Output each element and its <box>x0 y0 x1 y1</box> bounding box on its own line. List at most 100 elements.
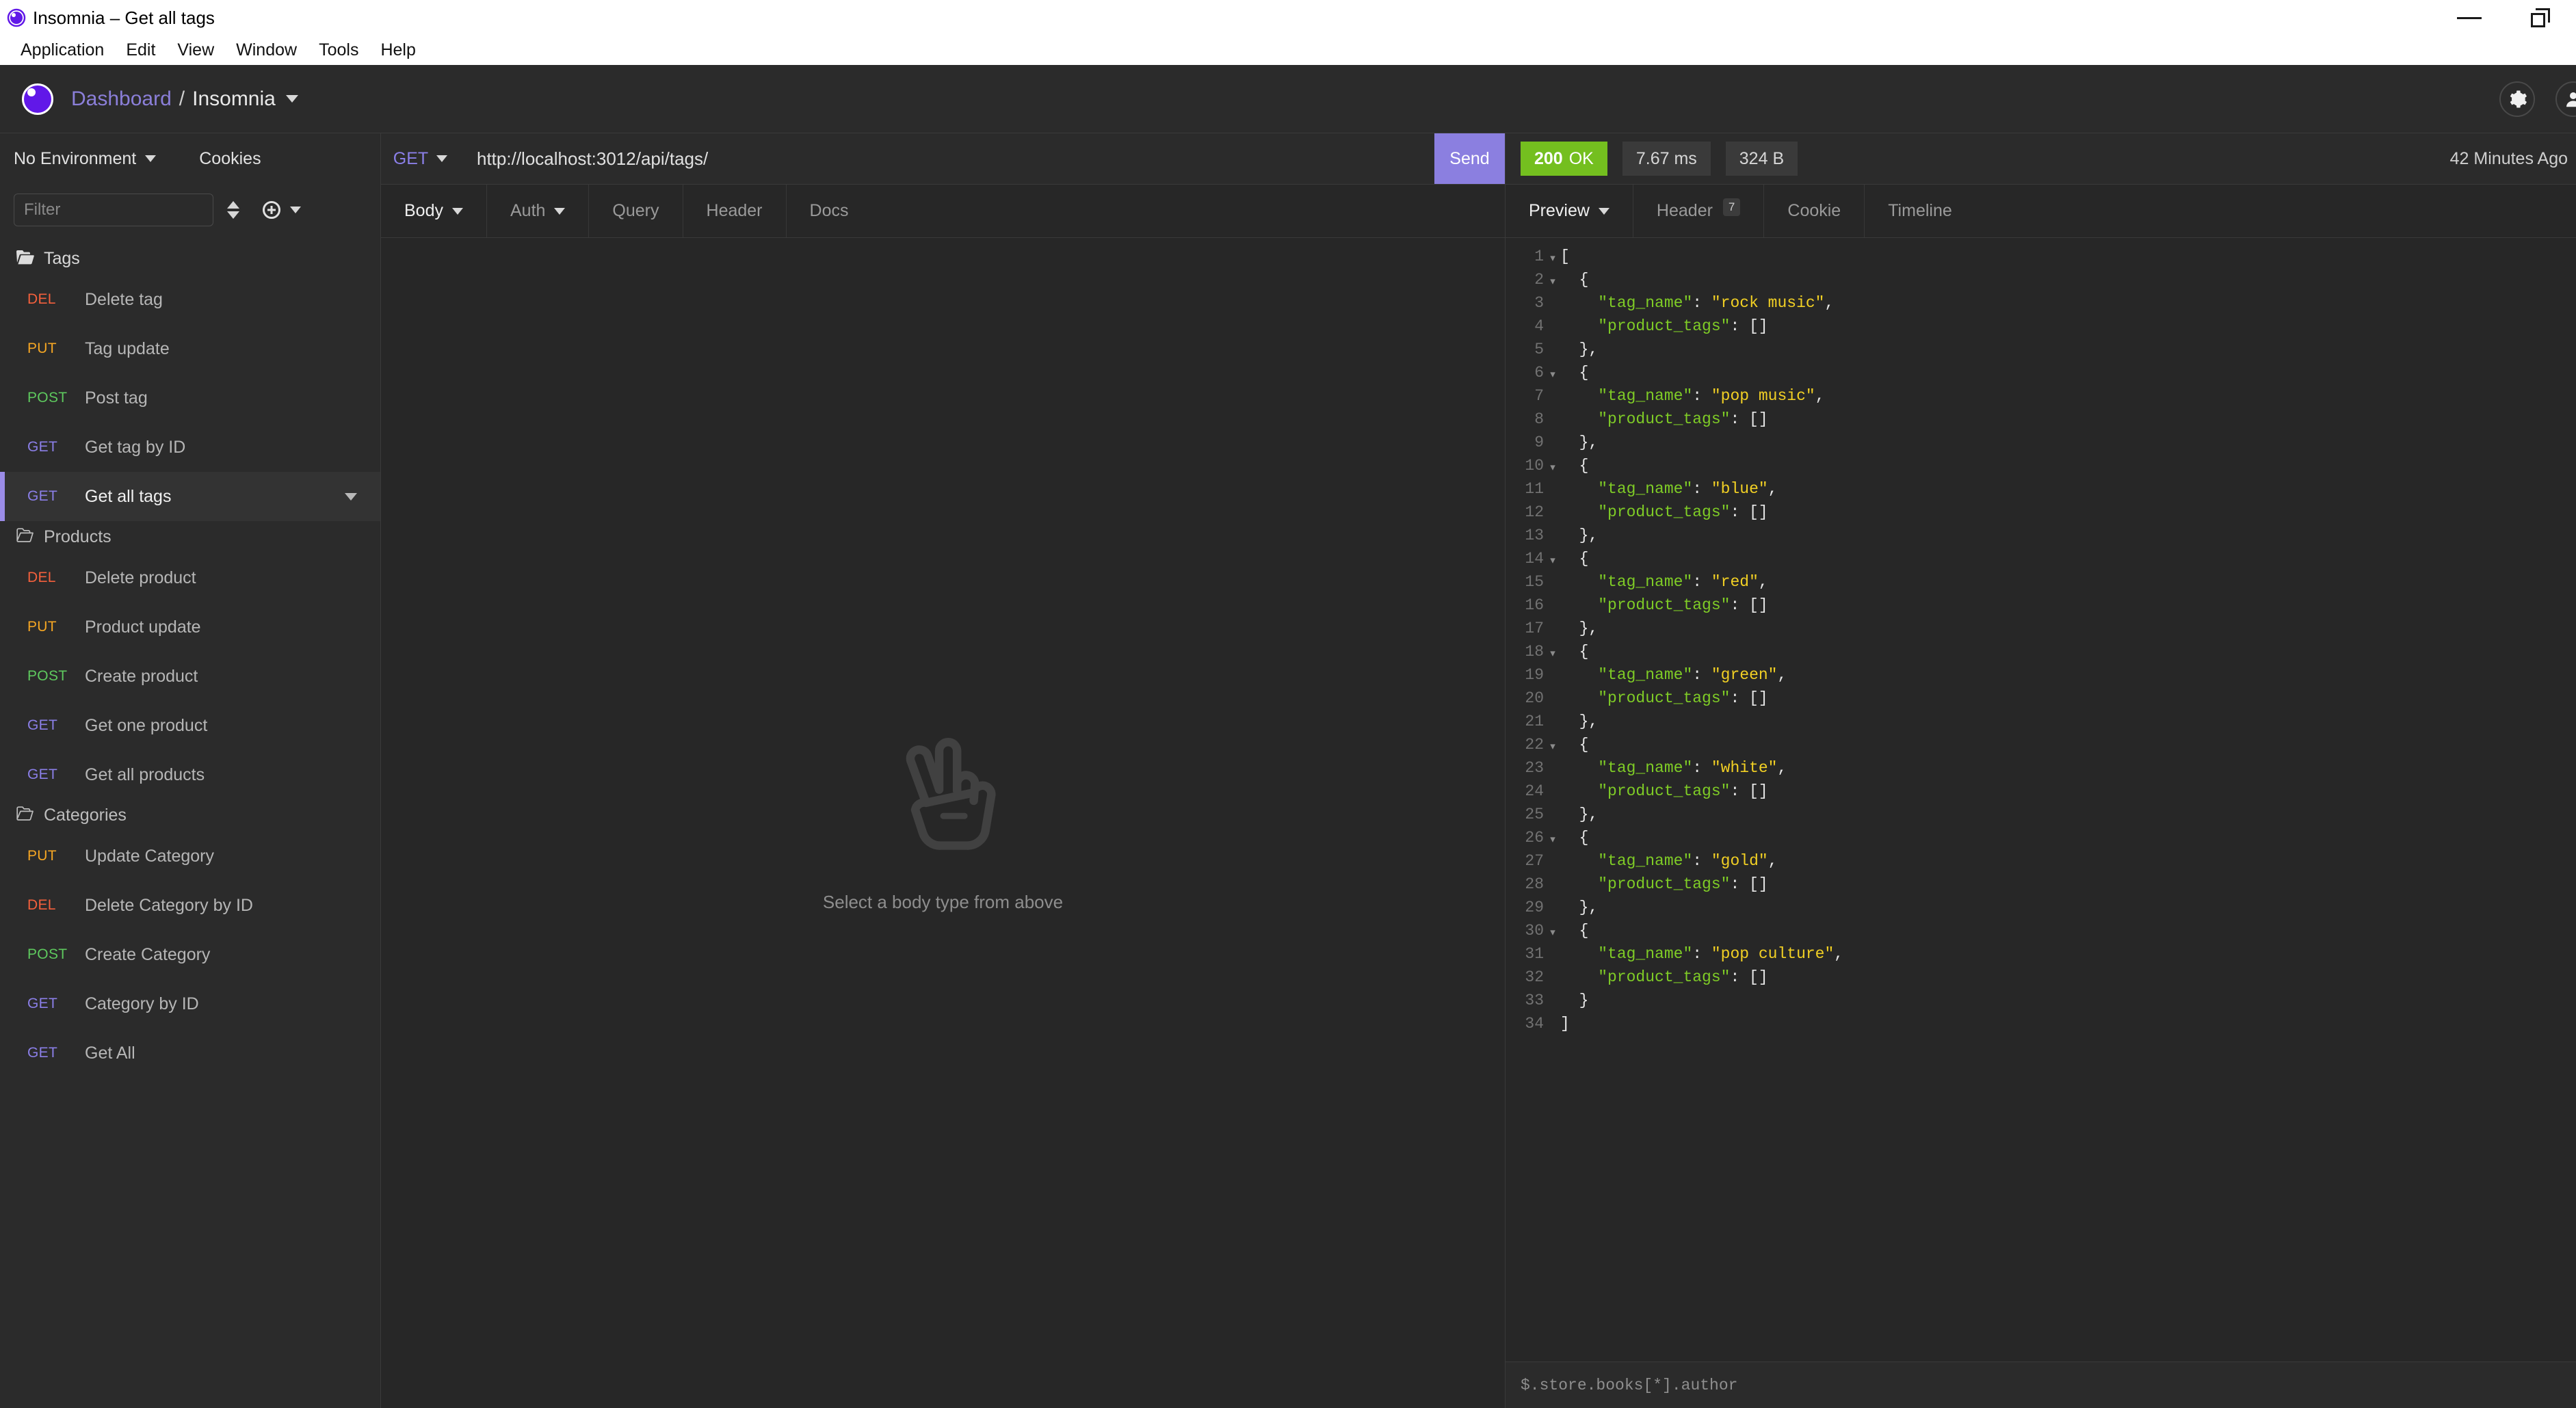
line-number: 13 <box>1525 527 1544 544</box>
tab-label: Docs <box>809 201 849 220</box>
line-number: 25 <box>1525 806 1544 823</box>
line-number: 21 <box>1525 713 1544 730</box>
chevron-down-icon <box>436 155 448 162</box>
sidebar-request-get-all[interactable]: GET Get All <box>0 1028 380 1078</box>
fold-caret-icon[interactable]: ▾ <box>1545 736 1560 759</box>
menu-item-window[interactable]: Window <box>225 36 308 65</box>
tab-request-body[interactable]: Body <box>381 185 487 237</box>
tab-request-auth[interactable]: Auth <box>487 185 590 237</box>
sidebar-request-post-tag[interactable]: POST Post tag <box>0 373 380 423</box>
code-text: }, <box>1560 527 1599 544</box>
request-method-label: POST <box>27 668 68 684</box>
search-input[interactable] <box>14 194 213 226</box>
tab-request-header[interactable]: Header <box>683 185 787 237</box>
sidebar-request-get-one-product[interactable]: GET Get one product <box>0 701 380 750</box>
menu-item-view[interactable]: View <box>166 36 225 65</box>
tab-response-header[interactable]: Header 7 <box>1633 185 1765 237</box>
response-body-viewer[interactable]: 1 ▾[2 ▾ {3 "tag_name": "rock music", 4 "pro… <box>1506 238 2576 1361</box>
chevron-down-icon[interactable] <box>285 95 298 103</box>
request-method-label: DEL <box>27 570 56 585</box>
code-text: { <box>1560 643 1589 661</box>
settings-button[interactable] <box>2499 81 2535 117</box>
code-text: { <box>1560 736 1589 754</box>
fold-caret-icon[interactable]: ▾ <box>1545 457 1560 480</box>
response-status-bar: 200 OK 7.67 ms 324 B 42 Minutes Ago <box>1506 133 2576 185</box>
sidebar-request-category-by-id[interactable]: GET Category by ID <box>0 979 380 1028</box>
code-line: 2 ▾ { <box>1506 271 2576 294</box>
code-text: [ <box>1560 248 1570 265</box>
code-line: 9 }, <box>1506 434 2576 457</box>
tab-label: Body <box>404 201 443 220</box>
code-text: }, <box>1560 713 1599 730</box>
request-name-label: Post tag <box>85 388 148 408</box>
response-size-badge: 324 B <box>1725 142 1798 176</box>
jsonpath-filter-input[interactable] <box>1521 1376 2576 1394</box>
breadcrumb[interactable]: Dashboard / Insomnia <box>71 88 298 111</box>
sidebar-request-delete-category-by-id[interactable]: DEL Delete Category by ID <box>0 881 380 930</box>
code-text: "product_tags": [] <box>1598 875 1768 893</box>
sidebar-request-tag-update[interactable]: PUT Tag update <box>0 324 380 373</box>
tab-label: Auth <box>510 201 546 220</box>
response-tabs: Preview Header 7 Cookie Timeline <box>1506 185 2576 238</box>
sidebar-request-delete-product[interactable]: DEL Delete product <box>0 553 380 602</box>
empty-state-text: Select a body type from above <box>822 891 1064 912</box>
minimize-button[interactable] <box>2434 0 2505 36</box>
code-line: 17 }, <box>1506 620 2576 643</box>
cookies-button[interactable]: Cookies <box>199 149 261 169</box>
line-number: 2 <box>1534 271 1544 289</box>
tab-label: Cookie <box>1787 201 1841 220</box>
method-selector[interactable]: GET <box>381 133 460 184</box>
fold-caret-icon[interactable]: ▾ <box>1545 271 1560 294</box>
sidebar-request-create-product[interactable]: POST Create product <box>0 652 380 701</box>
request-name-label: Delete tag <box>85 289 163 309</box>
line-number: 23 <box>1525 759 1544 777</box>
menu-item-tools[interactable]: Tools <box>308 36 369 65</box>
tab-response-preview[interactable]: Preview <box>1506 185 1633 237</box>
tab-response-timeline[interactable]: Timeline <box>1865 185 1975 237</box>
sidebar-request-product-update[interactable]: PUT Product update <box>0 602 380 652</box>
fold-caret-icon[interactable]: ▾ <box>1545 364 1560 387</box>
sort-icon[interactable] <box>227 201 239 219</box>
request-method-label: POST <box>27 390 68 406</box>
sidebar-request-delete-tag[interactable]: DEL Delete tag <box>0 275 380 324</box>
chevron-down-icon[interactable] <box>345 492 357 501</box>
add-request-button[interactable] <box>263 201 301 219</box>
tab-request-query[interactable]: Query <box>589 185 683 237</box>
code-line: 27 "tag_name": "gold", <box>1506 852 2576 875</box>
folder-tags[interactable]: Tags <box>0 243 380 275</box>
folder-products[interactable]: Products <box>0 521 380 553</box>
breadcrumb-workspace-name[interactable]: Insomnia <box>192 88 276 111</box>
code-line: 11 "tag_name": "blue", <box>1506 480 2576 503</box>
tab-label: Header <box>706 201 763 220</box>
account-button[interactable] <box>2555 81 2576 117</box>
line-number: 8 <box>1534 410 1544 428</box>
url-input[interactable]: http://localhost:3012/api/tags/ <box>460 133 1434 184</box>
code-line: 6 ▾ { <box>1506 364 2576 387</box>
code-line: 1 ▾[ <box>1506 248 2576 271</box>
fold-caret-icon[interactable]: ▾ <box>1545 550 1560 573</box>
sidebar-request-get-all-tags[interactable]: GET Get all tags <box>0 472 380 521</box>
chevron-down-icon <box>1598 207 1609 215</box>
sidebar-request-create-category[interactable]: POST Create Category <box>0 930 380 979</box>
sidebar-request-update-category[interactable]: PUT Update Category <box>0 832 380 881</box>
status-text: OK <box>1568 148 1594 168</box>
breadcrumb-dashboard-link[interactable]: Dashboard <box>71 88 172 111</box>
maximize-button[interactable] <box>2505 0 2576 36</box>
fold-caret-icon[interactable]: ▾ <box>1545 643 1560 666</box>
folder-categories[interactable]: Categories <box>0 799 380 832</box>
tab-response-cookie[interactable]: Cookie <box>1764 185 1865 237</box>
request-method-label: POST <box>27 946 68 962</box>
fold-caret-icon[interactable]: ▾ <box>1545 248 1560 271</box>
fold-caret-icon[interactable]: ▾ <box>1545 922 1560 945</box>
tab-request-docs[interactable]: Docs <box>787 185 872 237</box>
sidebar-request-get-tag-by-id[interactable]: GET Get tag by ID <box>0 423 380 472</box>
code-text: { <box>1560 922 1589 940</box>
environment-selector[interactable]: No Environment <box>14 149 157 169</box>
menu-item-application[interactable]: Application <box>10 36 115 65</box>
menu-item-help[interactable]: Help <box>369 36 426 65</box>
fold-caret-icon[interactable]: ▾ <box>1545 829 1560 852</box>
send-button[interactable]: Send <box>1434 133 1505 184</box>
tabs-filler <box>1975 185 2576 237</box>
menu-item-edit[interactable]: Edit <box>115 36 166 65</box>
sidebar-request-get-all-products[interactable]: GET Get all products <box>0 750 380 799</box>
